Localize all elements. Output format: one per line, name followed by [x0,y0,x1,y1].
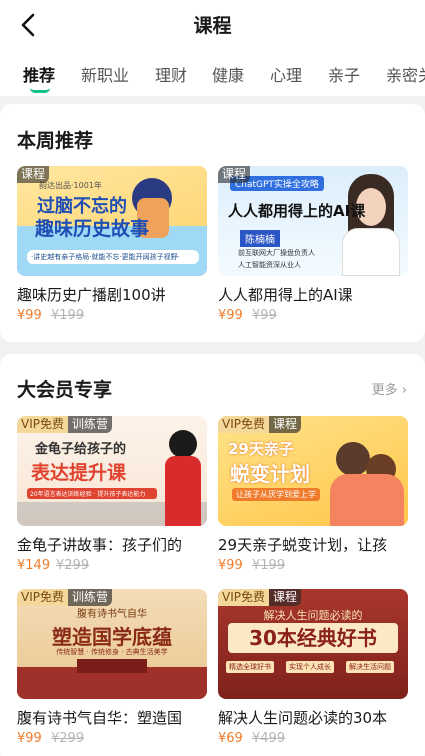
course-price: ¥69 [218,731,243,746]
thumbnail-title: 蜕变计划 [230,462,310,486]
tab-relationship[interactable]: 亲密关 [386,62,425,86]
course-badge: VIP免费 训练营 [17,416,113,433]
thumbnail-subtitle: 让孩子从厌学到爱上学 [232,488,320,501]
course-title[interactable]: 解决人生问题必读的30本 [218,707,410,728]
course-badge: VIP免费 课程 [218,589,302,606]
thumbnail-tag: 解决生活问题 [346,661,394,673]
course-badge: 课程 [17,166,50,183]
thumbnail-bio: 前互联网大厂操盘负责人 [238,249,315,257]
course-price: ¥149 [17,558,51,573]
course-original-price: ¥299 [51,731,85,746]
thumbnail-title: 腹有诗书气自华 [77,609,147,620]
section-title: 本周推荐 [17,130,94,152]
course-original-price: ¥99 [252,308,277,323]
tab-finance[interactable]: 理财 [155,62,187,86]
thumbnail-title: 29天亲子 [228,440,294,458]
top-bar: 课程 [0,0,425,50]
course-thumbnail[interactable]: 金龟子给孩子的 表达提升课 20年语言表达训练经验 · 提升孩子表达能力 VIP… [17,416,207,526]
thumbnail-title: 趣味历史故事 [35,218,150,240]
section-title: 大会员专享 [17,379,113,401]
course-thumbnail[interactable]: ChatGPT实操全攻略 人人都用得上的AI课 陈楠楠 前互联网大厂操盘负责人 … [218,166,408,276]
thumbnail-tagline: 韵达出品·1001年 [39,181,102,190]
course-thumbnail[interactable]: 韵达出品·1001年 过脑不忘的 趣味历史故事 ·讲史越有亲子格局·就能不忘·更… [17,166,207,276]
active-tab-indicator [30,88,50,93]
thumbnail-bio: 人工智能资深从业人 [238,261,301,269]
course-title[interactable]: 29天亲子蜕变计划，让孩 [218,534,410,555]
course-thumbnail[interactable]: 解决人生问题必读的 30本经典好书 精选全球好书 实现个人成长 解决生活问题 V… [218,589,408,699]
tab-parenting[interactable]: 亲子 [328,62,360,86]
course-price: ¥99 [17,308,42,323]
thumbnail-subtitle: 传统智慧 · 传统修身 · 古典生活美学 [56,648,168,656]
thumbnail-title: 表达提升课 [31,462,127,484]
badge-label: 课程 [218,166,251,183]
thumbnail-title: 解决人生问题必读的 [263,609,363,622]
badge-label: 训练营 [68,589,113,606]
vip-badge: VIP免费 [218,416,269,433]
more-link[interactable]: 更多 › [372,379,407,398]
thumbnail-title: 塑造国学底蕴 [52,625,172,649]
tab-psychology[interactable]: 心理 [270,62,302,86]
course-badge: 课程 [218,166,251,183]
course-original-price: ¥499 [252,731,286,746]
course-badge: VIP免费 训练营 [17,589,113,606]
vip-badge: VIP免费 [17,416,68,433]
badge-label: 课程 [269,589,302,606]
course-price: ¥99 [218,558,243,573]
thumbnail-author: 陈楠楠 [240,230,280,247]
thumbnail-title: 人人都用得上的AI课 [228,202,366,220]
thumbnail-subtitle: 20年语言表达训练经验 · 提升孩子表达能力 [27,488,157,499]
badge-label: 训练营 [68,416,113,433]
badge-label: 课程 [269,416,302,433]
course-title[interactable]: 腹有诗书气自华：塑造国 [17,707,209,728]
badge-label: 课程 [17,166,50,183]
course-original-price: ¥199 [252,558,286,573]
thumbnail-tag: 实现个人成长 [286,661,334,673]
thumbnail-tag: 精选全球好书 [226,661,274,673]
page-title: 课程 [193,15,232,37]
more-label: 更多 [371,383,398,398]
vip-badge: VIP免费 [17,589,68,606]
weekly-section: 本周推荐 韵达出品·1001年 过脑不忘的 趣味历史故事 ·讲史越有亲子格局·就… [0,104,425,342]
course-original-price: ¥199 [51,308,85,323]
thumbnail-title: 30本经典好书 [228,623,398,653]
course-title[interactable]: 人人都用得上的AI课 [218,284,410,305]
tab-recommend[interactable]: 推荐 [23,62,55,86]
course-original-price: ¥299 [56,558,90,573]
thumbnail-title: 金龟子给孩子的 [35,442,127,457]
tab-new-career[interactable]: 新职业 [81,62,129,86]
category-tabs: 推荐 新职业 理财 健康 心理 亲子 亲密关 [0,50,425,96]
course-title[interactable]: 金龟子讲故事：孩子们的 [17,534,209,555]
course-thumbnail[interactable]: 腹有诗书气自华 塑造国学底蕴 传统智慧 · 传统修身 · 古典生活美学 VIP免… [17,589,207,699]
vip-badge: VIP免费 [218,589,269,606]
course-price: ¥99 [218,308,243,323]
course-badge: VIP免费 课程 [218,416,302,433]
course-title[interactable]: 趣味历史广播剧100讲 [17,284,209,305]
chevron-right-icon: › [401,383,407,398]
tab-health[interactable]: 健康 [212,62,244,86]
course-price: ¥99 [17,731,42,746]
thumbnail-subtitle: ·讲史越有亲子格局·就能不忘·更能开阔孩子视野· [27,250,199,264]
course-thumbnail[interactable]: 29天亲子 蜕变计划 让孩子从厌学到爱上学 VIP免费 课程 [218,416,408,526]
vip-section: 大会员专享 更多 › 金龟子给孩子的 表达提升课 20年语言表达训练经验 · 提… [0,354,425,756]
